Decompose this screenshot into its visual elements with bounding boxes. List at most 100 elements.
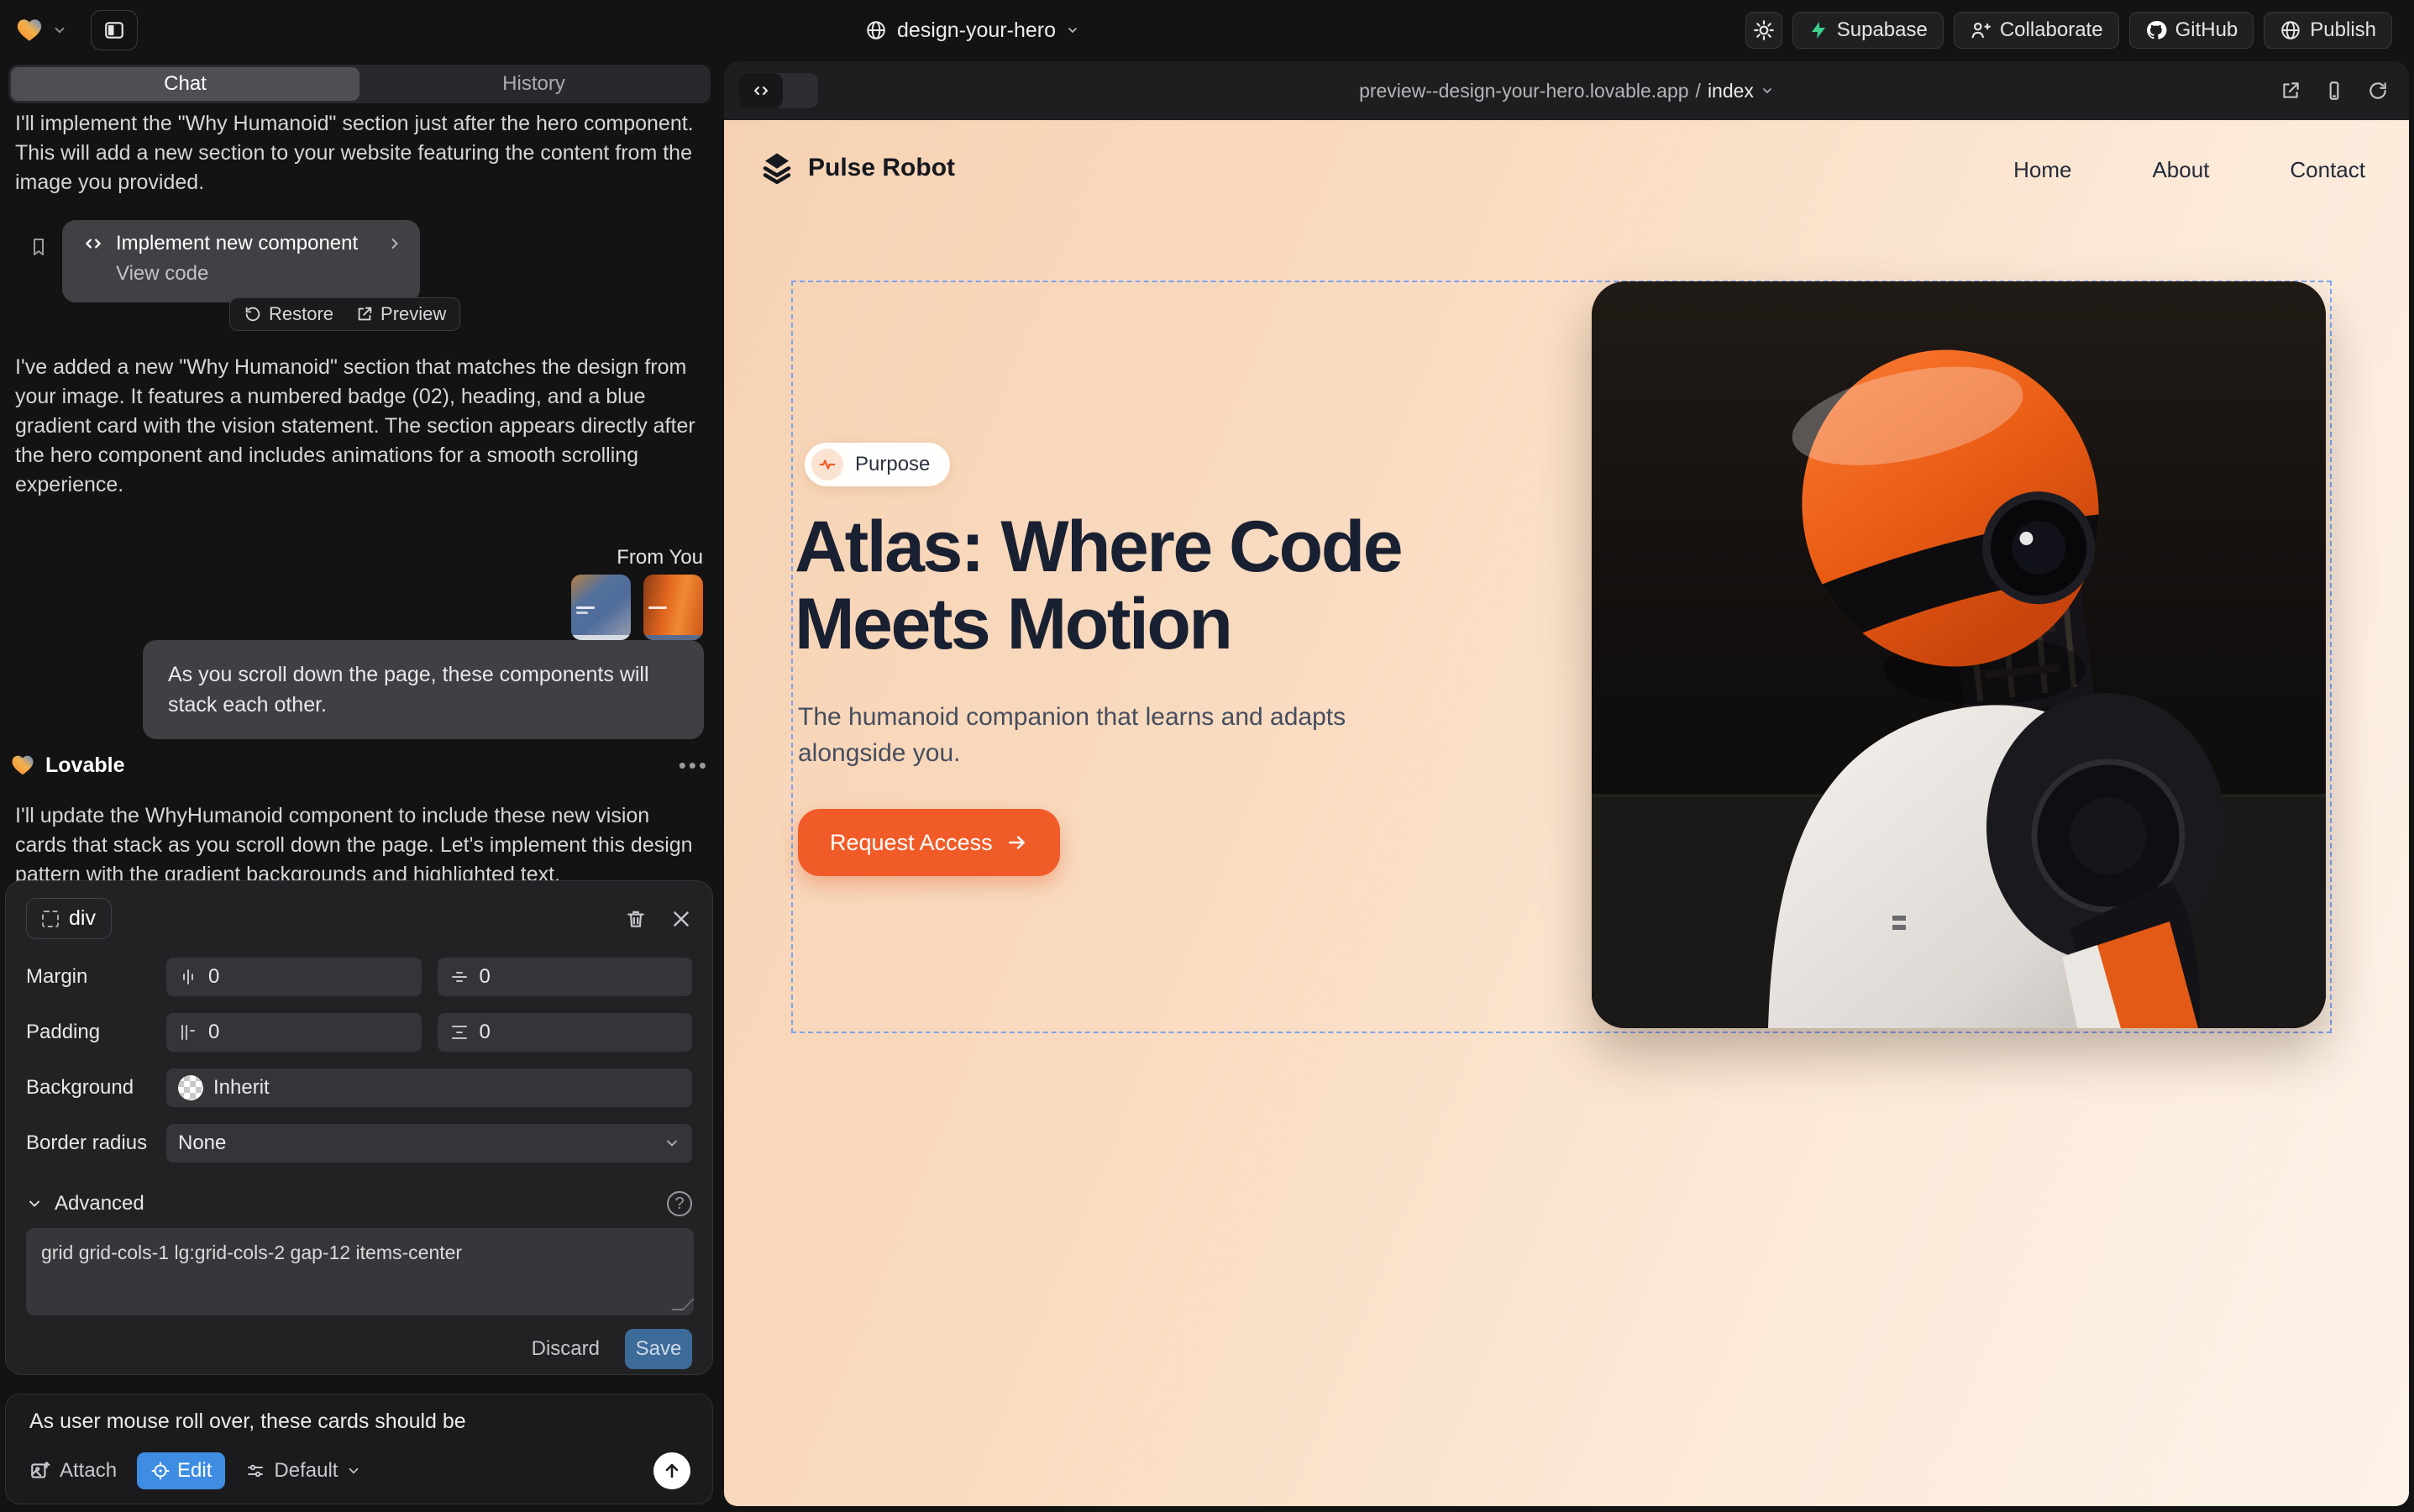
mobile-view-button[interactable] bbox=[2323, 80, 2345, 102]
assistant-message-1: I'll implement the "Why Humanoid" sectio… bbox=[7, 109, 712, 197]
robot-image bbox=[1592, 281, 2326, 1028]
tab-chat[interactable]: Chat bbox=[11, 67, 359, 101]
padding-horizontal-icon bbox=[178, 1022, 198, 1042]
attachment-image-blue[interactable] bbox=[571, 575, 631, 640]
chevron-collapse-icon[interactable] bbox=[26, 1195, 43, 1212]
publish-globe-icon bbox=[2280, 19, 2301, 41]
user-message-bubble: As you scroll down the page, these compo… bbox=[143, 640, 704, 739]
nav-home[interactable]: Home bbox=[2013, 157, 2071, 183]
header-actions: Supabase Collaborate GitHub Publish bbox=[1745, 12, 2392, 49]
nav-about[interactable]: About bbox=[2152, 157, 2209, 183]
restore-button[interactable]: Restore bbox=[244, 303, 333, 325]
external-link-icon bbox=[355, 305, 374, 323]
code-icon bbox=[751, 81, 771, 101]
target-icon bbox=[150, 1461, 171, 1481]
supabase-button[interactable]: Supabase bbox=[1792, 12, 1944, 49]
from-you-label: From You bbox=[617, 546, 703, 568]
bookmark-icon[interactable] bbox=[29, 235, 49, 259]
view-code-link[interactable]: View code bbox=[116, 262, 403, 286]
delete-element-button[interactable] bbox=[625, 908, 647, 930]
brand-name: Pulse Robot bbox=[808, 154, 955, 182]
save-button[interactable]: Save bbox=[625, 1329, 692, 1369]
workspace-chevron-icon[interactable] bbox=[52, 23, 67, 38]
refresh-icon bbox=[2367, 80, 2389, 102]
publish-button[interactable]: Publish bbox=[2264, 12, 2392, 49]
github-icon bbox=[2145, 19, 2167, 41]
chat-history-tabs: Chat History bbox=[8, 65, 711, 103]
tool-card-title: Implement new component bbox=[116, 232, 375, 255]
advanced-label[interactable]: Advanced bbox=[55, 1192, 144, 1215]
app-root: design-your-hero Supabase Collaborate bbox=[0, 0, 2414, 1512]
settings-button[interactable] bbox=[1745, 12, 1782, 49]
sliders-icon bbox=[245, 1461, 265, 1481]
attach-image-icon bbox=[29, 1460, 51, 1482]
border-radius-select[interactable]: None bbox=[166, 1124, 692, 1163]
lovable-heart-icon[interactable] bbox=[15, 16, 44, 45]
margin-label: Margin bbox=[26, 965, 150, 989]
advanced-section-header: Advanced ? bbox=[26, 1191, 692, 1216]
model-mode-select[interactable]: Default bbox=[245, 1459, 361, 1483]
code-icon bbox=[82, 233, 104, 255]
github-button[interactable]: GitHub bbox=[2129, 12, 2254, 49]
composer-toolbar: Attach Edit Default bbox=[29, 1452, 690, 1489]
nav-links: Home About Contact bbox=[2013, 157, 2365, 183]
send-button[interactable] bbox=[653, 1452, 690, 1489]
phone-icon bbox=[2323, 80, 2345, 102]
close-editor-button[interactable] bbox=[670, 908, 692, 930]
tool-call-row: Implement new component View code Restor… bbox=[7, 220, 712, 328]
top-header: design-your-hero Supabase Collaborate bbox=[0, 0, 2414, 60]
chevron-down-icon bbox=[1761, 84, 1774, 97]
implement-component-card[interactable]: Implement new component View code bbox=[62, 220, 420, 302]
sidebar-toggle-button[interactable] bbox=[91, 10, 138, 50]
discard-button[interactable]: Discard bbox=[532, 1337, 600, 1361]
nav-contact[interactable]: Contact bbox=[2290, 157, 2365, 183]
element-selection-icon bbox=[42, 911, 59, 927]
chevron-down-icon bbox=[346, 1463, 361, 1478]
transparency-swatch-icon bbox=[178, 1075, 203, 1100]
style-controls: Margin 0 0 Padding 0 0 Background Inhe bbox=[26, 958, 692, 1163]
site-hero-section: Pulse Robot Home About Contact Purpose A… bbox=[724, 120, 2409, 1506]
assistant-message-3: I'll update the WhyHumanoid component to… bbox=[7, 801, 712, 890]
site-nav: Pulse Robot Home About Contact bbox=[724, 120, 2409, 229]
composer-input[interactable]: As user mouse roll over, these cards sho… bbox=[29, 1410, 690, 1434]
element-editor-panel: div Margin 0 0 Padding bbox=[5, 880, 713, 1375]
editor-actions bbox=[625, 908, 692, 930]
selected-element-chip[interactable]: div bbox=[26, 898, 112, 939]
attach-button[interactable]: Attach bbox=[29, 1459, 117, 1483]
background-input[interactable]: Inherit bbox=[166, 1068, 692, 1107]
code-view-toggle[interactable] bbox=[739, 73, 818, 108]
collaborate-button[interactable]: Collaborate bbox=[1954, 12, 2119, 49]
preview-url[interactable]: preview--design-your-hero.lovable.app / … bbox=[1359, 80, 1774, 102]
robot-image-card bbox=[1592, 281, 2326, 1028]
attachment-image-orange[interactable] bbox=[643, 575, 703, 640]
padding-x-input[interactable]: 0 bbox=[166, 1013, 422, 1052]
refresh-button[interactable] bbox=[2367, 80, 2389, 102]
edit-mode-button[interactable]: Edit bbox=[137, 1452, 225, 1489]
margin-y-input[interactable]: 0 bbox=[438, 958, 693, 996]
restore-icon bbox=[244, 305, 262, 323]
margin-x-input[interactable]: 0 bbox=[166, 958, 422, 996]
header-left bbox=[15, 0, 138, 60]
preview-window: preview--design-your-hero.lovable.app / … bbox=[724, 61, 2409, 1506]
project-selector[interactable]: design-your-hero bbox=[865, 12, 1079, 49]
resize-handle[interactable] bbox=[671, 1299, 695, 1310]
request-access-button[interactable]: Request Access bbox=[798, 809, 1060, 876]
help-icon[interactable]: ? bbox=[667, 1191, 692, 1216]
chat-composer: As user mouse roll over, these cards sho… bbox=[5, 1394, 713, 1504]
pulse-icon bbox=[811, 449, 843, 480]
assistant-name: Lovable bbox=[45, 753, 669, 778]
editor-footer: Discard Save bbox=[26, 1329, 692, 1369]
preview-actions bbox=[2280, 61, 2389, 120]
project-chevron-icon bbox=[1066, 24, 1079, 37]
preview-button[interactable]: Preview bbox=[355, 303, 446, 325]
padding-y-input[interactable]: 0 bbox=[438, 1013, 693, 1052]
tab-history[interactable]: History bbox=[359, 67, 708, 101]
advanced-classes-textarea[interactable]: grid grid-cols-1 lg:grid-cols-2 gap-12 i… bbox=[26, 1228, 694, 1315]
open-in-new-tab-button[interactable] bbox=[2280, 80, 2301, 102]
trash-icon bbox=[625, 908, 647, 930]
globe-icon bbox=[865, 19, 887, 41]
preview-page: index bbox=[1708, 80, 1754, 102]
restore-preview-toolbar: Restore Preview bbox=[229, 297, 460, 331]
message-menu-icon[interactable]: ••• bbox=[679, 753, 709, 779]
site-brand[interactable]: Pulse Robot bbox=[759, 150, 955, 186]
